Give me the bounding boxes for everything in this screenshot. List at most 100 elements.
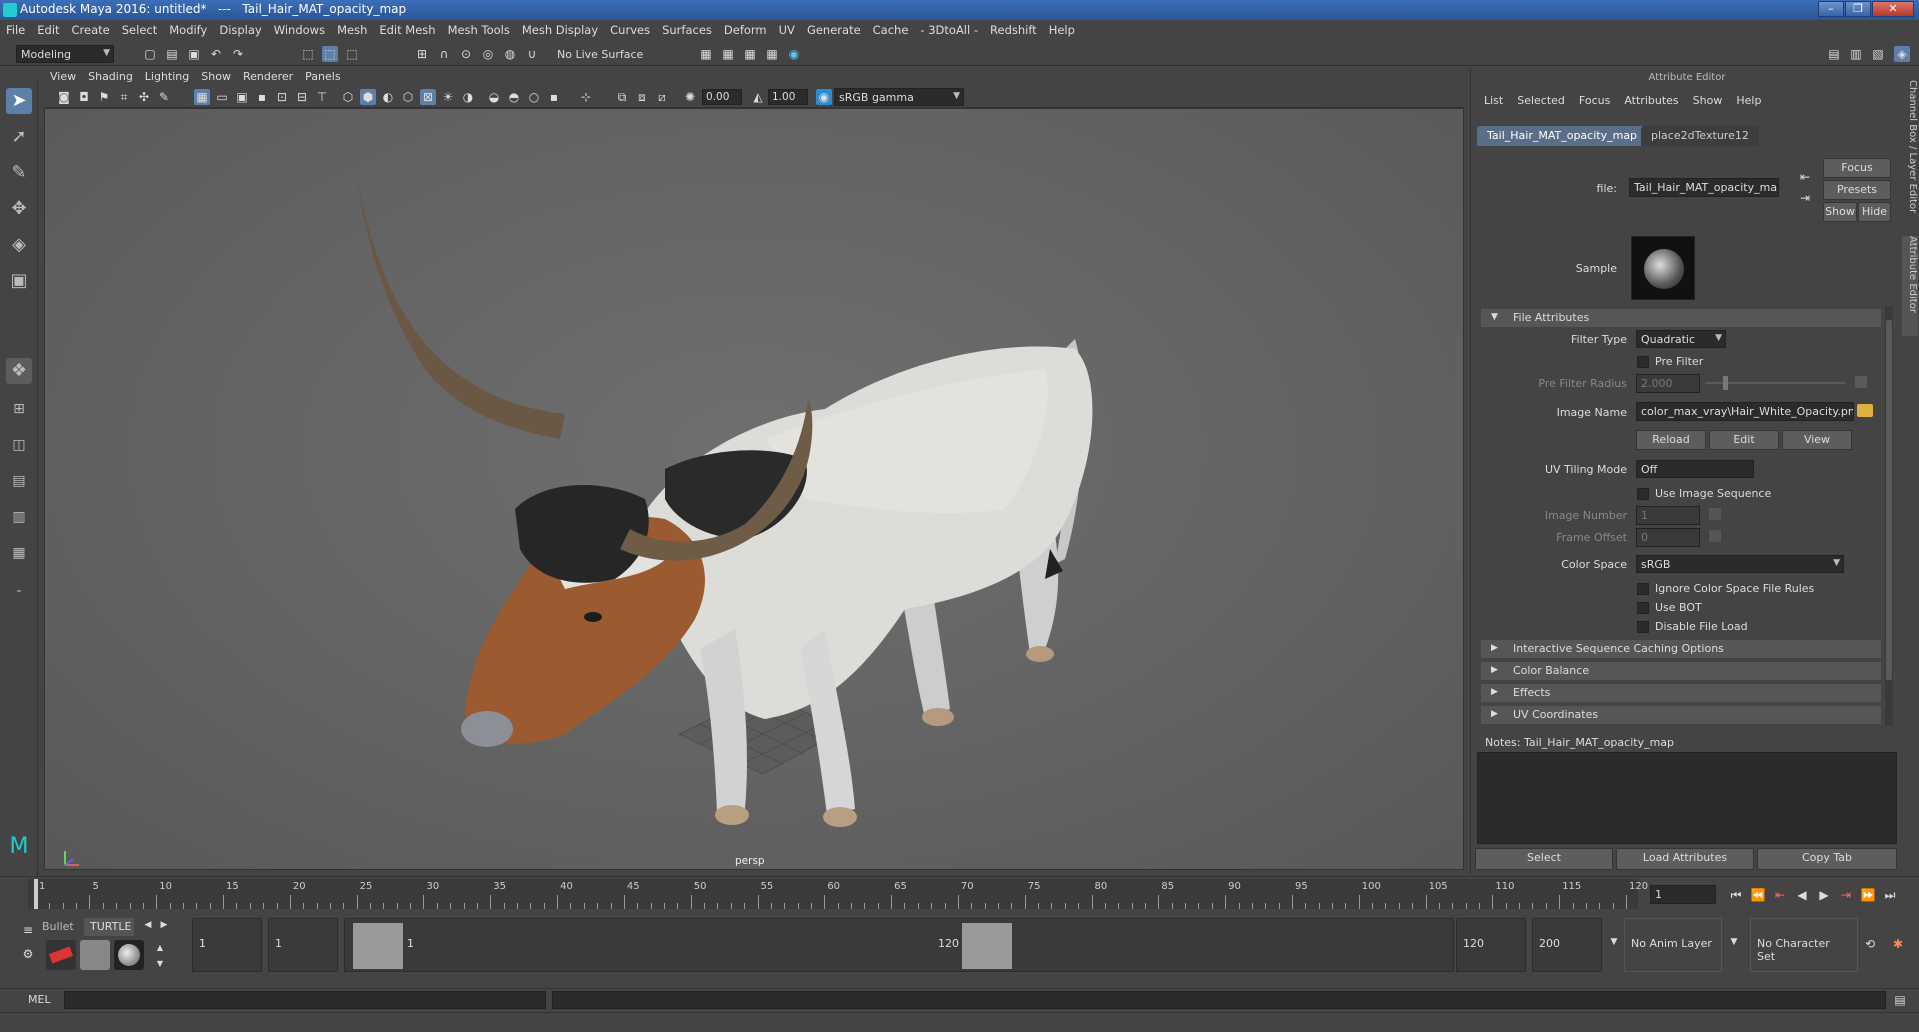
tab-place2dtexture[interactable]: place2dTexture12 [1641, 126, 1759, 146]
map-button-icon[interactable] [1855, 376, 1867, 388]
menu-surfaces[interactable]: Surfaces [656, 20, 718, 42]
panel-menu-renderer[interactable]: Renderer [237, 68, 299, 85]
exposure-field[interactable]: 0.00 [702, 89, 742, 105]
open-scene-icon[interactable]: ▤ [164, 46, 180, 62]
file-node-name-field[interactable]: Tail_Hair_MAT_opacity_map [1629, 178, 1779, 197]
ae-scrollbar[interactable] [1885, 306, 1893, 726]
go-to-start-icon[interactable]: ⏮ [1728, 887, 1744, 903]
shelf-scroll-right-icon[interactable]: ▶ [156, 917, 172, 933]
resolution-gate-icon[interactable]: ▣ [234, 89, 250, 105]
ignore-color-space-rules-checkbox[interactable] [1637, 583, 1649, 595]
animation-start-field[interactable]: 1 [192, 918, 262, 972]
view-button[interactable]: View [1782, 430, 1852, 450]
disable-file-load-checkbox[interactable] [1637, 621, 1649, 633]
menu-select[interactable]: Select [116, 20, 163, 42]
menu-modify[interactable]: Modify [163, 20, 213, 42]
use-bot-checkbox[interactable] [1637, 602, 1649, 614]
image-plane-icon[interactable]: ⌗ [116, 89, 132, 105]
section-color-balance[interactable]: ▶ Color Balance [1481, 662, 1881, 680]
script-editor-icon[interactable]: ▤ [1892, 992, 1908, 1008]
smooth-shade-icon[interactable]: ⬢ [360, 89, 376, 105]
field-chart-icon[interactable]: ⊡ [274, 89, 290, 105]
render-view-icon[interactable]: ▦ [698, 46, 714, 62]
slider-handle[interactable] [1723, 376, 1728, 390]
menu-edit[interactable]: Edit [31, 20, 65, 42]
color-space-dropdown[interactable]: sRGB ▼ [1636, 555, 1844, 573]
input-connection-icon[interactable]: ⇤ [1797, 169, 1813, 185]
select-object-icon[interactable]: ⬚ [322, 46, 338, 62]
perspective-viewport[interactable]: persp [44, 108, 1464, 870]
section-effects[interactable]: ▶ Effects [1481, 684, 1881, 702]
snap-grid-icon[interactable]: ⊞ [414, 46, 430, 62]
use-image-sequence-checkbox[interactable] [1637, 488, 1649, 500]
menu-mesh[interactable]: Mesh [331, 20, 373, 42]
notes-textarea[interactable] [1477, 752, 1897, 844]
image-number-field[interactable]: 1 [1636, 506, 1700, 525]
show-button[interactable]: Show [1823, 202, 1857, 222]
pan-zoom-icon[interactable]: ✣ [136, 89, 152, 105]
select-tool-icon[interactable]: ➤ [6, 88, 32, 114]
current-frame-field[interactable]: 1 [1650, 885, 1716, 904]
step-forward-key-icon[interactable]: ⇥ [1838, 887, 1854, 903]
render-settings-icon[interactable]: ▦ [764, 46, 780, 62]
shadows-icon[interactable]: ◑ [460, 89, 476, 105]
redo-icon[interactable]: ↷ [230, 46, 246, 62]
motion-blur-icon[interactable]: ◓ [506, 89, 522, 105]
ipr-render-icon[interactable]: ▦ [742, 46, 758, 62]
menu-mesh-tools[interactable]: Mesh Tools [442, 20, 516, 42]
menu-cache[interactable]: Cache [867, 20, 915, 42]
rotate-tool-icon[interactable]: ◈ [6, 232, 32, 258]
shelf-settings-icon[interactable]: ⚙ [20, 946, 36, 962]
scrollbar-thumb[interactable] [1886, 320, 1892, 680]
xray-icon[interactable]: ⬡ [400, 89, 416, 105]
panel-menu-view[interactable]: View [44, 68, 82, 85]
maximize-button[interactable]: ❐ [1845, 1, 1871, 17]
live-surface-field[interactable]: No Live Surface [552, 45, 652, 63]
section-interactive-sequence-caching[interactable]: ▶ Interactive Sequence Caching Options [1481, 640, 1881, 658]
menu-curves[interactable]: Curves [604, 20, 656, 42]
undo-icon[interactable]: ↶ [208, 46, 224, 62]
ae-menu-list[interactable]: List [1477, 94, 1510, 107]
menu-generate[interactable]: Generate [801, 20, 867, 42]
camera-icon[interactable]: ◙ [56, 89, 72, 105]
tool-settings-icon[interactable]: ▧ [1870, 46, 1886, 62]
select-component-icon[interactable]: ⬚ [344, 46, 360, 62]
grease-pencil-icon[interactable]: ✎ [156, 89, 172, 105]
save-scene-icon[interactable]: ▣ [186, 46, 202, 62]
select-button[interactable]: Select [1475, 848, 1613, 870]
shelf-scroll-down-icon[interactable]: ▼ [152, 956, 168, 972]
paint-select-tool-icon[interactable]: ✎ [6, 160, 32, 186]
range-slider-start-handle[interactable] [353, 923, 403, 969]
character-set-dropdown[interactable]: No Character Set [1750, 918, 1858, 972]
chevron-down-icon[interactable]: ▼ [1606, 934, 1622, 950]
play-backwards-icon[interactable]: ◀ [1794, 887, 1810, 903]
shelf-menu-icon[interactable]: ≡ [20, 922, 36, 938]
menu-create[interactable]: Create [66, 20, 116, 42]
menu-file[interactable]: File [0, 20, 31, 42]
hypershade-layout-icon[interactable]: ▦ [6, 540, 32, 566]
snap-curve-icon[interactable]: ∩ [436, 46, 452, 62]
ae-menu-focus[interactable]: Focus [1572, 94, 1617, 107]
edit-button[interactable]: Edit [1709, 430, 1779, 450]
ae-menu-help[interactable]: Help [1729, 94, 1768, 107]
attribute-editor-side-tab[interactable]: Attribute Editor [1902, 236, 1918, 336]
safe-title-icon[interactable]: ⊤ [314, 89, 330, 105]
panel-menu-panels[interactable]: Panels [299, 68, 346, 85]
xray-components-icon[interactable]: ⧈ [634, 89, 650, 105]
scale-tool-icon[interactable]: ▣ [6, 268, 32, 294]
safe-action-icon[interactable]: ⊟ [294, 89, 310, 105]
animation-preferences-icon[interactable]: ✱ [1890, 936, 1906, 952]
menu-3dtoall[interactable]: - 3DtoAll - [914, 20, 984, 42]
two-view-layout-icon[interactable]: ◫ [6, 432, 32, 458]
playback-start-field[interactable]: 1 [268, 918, 338, 972]
hypershade-icon[interactable]: ◉ [786, 46, 802, 62]
panel-menu-shading[interactable]: Shading [82, 68, 139, 85]
pre-filter-checkbox[interactable] [1637, 356, 1649, 368]
four-view-layout-icon[interactable]: ⊞ [6, 396, 32, 422]
wireframe-icon[interactable]: ⬡ [340, 89, 356, 105]
focus-button[interactable]: Focus [1823, 158, 1891, 178]
lasso-tool-icon[interactable]: ➚ [6, 124, 32, 150]
frame-offset-field[interactable]: 0 [1636, 528, 1700, 547]
exposure-icon[interactable]: ✺ [682, 89, 698, 105]
attribute-editor-toggle-icon[interactable]: ▥ [1848, 46, 1864, 62]
